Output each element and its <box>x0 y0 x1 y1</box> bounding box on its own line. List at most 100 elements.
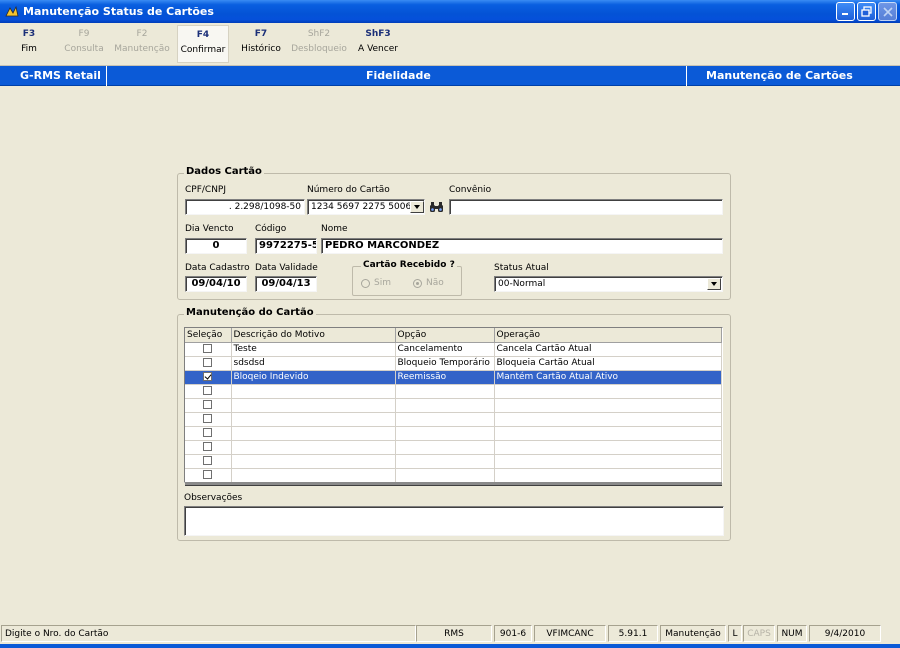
table-body: Teste Cancelamento Cancela Cartão Atual sds… <box>185 342 722 482</box>
header-right: Manutenção de Cartões <box>706 69 853 82</box>
dia-vencto-label: Dia Vencto <box>185 224 234 234</box>
minimize-button[interactable] <box>836 2 855 21</box>
row-checkbox[interactable] <box>203 400 213 409</box>
descricao-cell <box>231 384 396 399</box>
descricao-cell <box>231 468 396 482</box>
table-row[interactable] <box>185 412 722 427</box>
binoculars-icon <box>430 202 443 212</box>
opcao-cell <box>395 426 495 441</box>
codigo-label: Código <box>255 224 287 234</box>
col-descricao[interactable]: Descrição do Motivo <box>231 328 396 343</box>
selecao-cell <box>185 454 232 469</box>
cpf-label: CPF/CNPJ <box>185 185 227 195</box>
key-f9: F9 <box>78 29 90 39</box>
operacao-cell <box>494 468 722 482</box>
fim-button[interactable]: F3 Fim <box>14 29 44 54</box>
desbloqueio-button[interactable]: ShF2 Desbloqueio <box>290 29 348 54</box>
row-checkbox[interactable] <box>203 428 213 437</box>
header-divider <box>106 66 107 86</box>
dados-cartao-group: Dados Cartão CPF/CNPJ . 2.298/1098-50 Nú… <box>177 166 731 300</box>
confirmar-button[interactable]: F4 Confirmar <box>177 25 229 63</box>
radio-icon <box>413 278 422 288</box>
bottom-accent-line <box>0 644 900 648</box>
status-atual-label: Status Atual <box>494 263 549 273</box>
dia-vencto-field[interactable]: 0 <box>185 238 247 254</box>
opcao-cell: Reemissão <box>395 370 495 385</box>
status-atual-combo[interactable]: 00-Normal <box>494 276 723 292</box>
status-l: L <box>728 625 742 642</box>
table-row[interactable]: Teste Cancelamento Cancela Cartão Atual <box>185 342 722 357</box>
data-validade-field[interactable]: 09/04/13 <box>255 276 317 292</box>
table-row[interactable] <box>185 468 722 482</box>
selecao-cell <box>185 370 232 385</box>
opcao-cell <box>395 440 495 455</box>
operacao-cell <box>494 454 722 469</box>
numero-cartao-value: 1234 5697 2275 5006 <box>311 202 412 212</box>
numero-cartao-label: Número do Cartão <box>307 185 390 195</box>
data-cadastro-field[interactable]: 09/04/10 <box>185 276 247 292</box>
data-validade-label: Data Validade <box>255 263 318 273</box>
table-header: Seleção Descrição do Motivo Opção Operaç… <box>185 328 722 343</box>
col-opcao[interactable]: Opção <box>395 328 495 343</box>
selecao-cell <box>185 468 232 482</box>
manutencao-cartao-group: Manutenção do Cartão Seleção Descrição d… <box>177 307 731 541</box>
row-checkbox[interactable] <box>203 414 213 423</box>
recebido-nao-radio[interactable]: Não <box>413 278 444 288</box>
numero-cartao-combo[interactable]: 1234 5697 2275 5006 <box>307 199 425 215</box>
consulta-button[interactable]: F9 Consulta <box>64 29 104 54</box>
table-row[interactable] <box>185 398 722 413</box>
window-title: Manutenção Status de Cartões <box>23 5 214 18</box>
historico-button[interactable]: F7 Histórico <box>238 29 284 54</box>
selecao-cell <box>185 398 232 413</box>
nome-field[interactable]: PEDRO MARCONDEZ <box>321 238 723 254</box>
header-divider <box>686 66 687 86</box>
close-icon <box>882 6 893 17</box>
row-checkbox[interactable] <box>203 344 213 353</box>
table-row[interactable] <box>185 384 722 399</box>
motivos-grid: Seleção Descrição do Motivo Opção Operaç… <box>184 327 723 483</box>
col-selecao[interactable]: Seleção <box>185 328 232 343</box>
key-shf2: ShF2 <box>307 29 331 39</box>
row-checkbox[interactable] <box>203 386 213 395</box>
table-row[interactable] <box>185 454 722 469</box>
table-row[interactable]: sdsdsd Bloqueio Temporário Bloqueia Cartão… <box>185 356 722 371</box>
descricao-cell <box>231 412 396 427</box>
opcao-cell <box>395 398 495 413</box>
row-checkbox[interactable] <box>203 470 213 479</box>
convenio-field[interactable] <box>449 199 723 215</box>
table-row[interactable] <box>185 426 722 441</box>
recebido-sim-radio[interactable]: Sim <box>361 278 391 288</box>
search-card-button[interactable] <box>428 199 445 215</box>
key-f7: F7 <box>254 29 268 39</box>
opcao-cell <box>395 454 495 469</box>
operacao-cell <box>494 398 722 413</box>
numero-cartao-dropdown[interactable] <box>410 201 424 213</box>
a-vencer-button[interactable]: ShF3 A Vencer <box>352 29 404 54</box>
observacoes-textarea[interactable] <box>184 506 724 536</box>
dados-cartao-title: Dados Cartão <box>184 166 264 177</box>
a-vencer-label: A Vencer <box>358 44 398 54</box>
nome-label: Nome <box>321 224 348 234</box>
close-button[interactable] <box>878 2 897 21</box>
key-f3: F3 <box>22 29 36 39</box>
row-checkbox[interactable] <box>203 372 213 381</box>
fim-label: Fim <box>21 44 37 54</box>
status-atual-dropdown[interactable] <box>707 278 721 290</box>
restore-button[interactable] <box>857 2 876 21</box>
descricao-cell: Teste <box>231 342 396 357</box>
row-checkbox[interactable] <box>203 456 213 465</box>
row-checkbox[interactable] <box>203 442 213 451</box>
opcao-cell: Cancelamento <box>395 342 495 357</box>
table-row[interactable]: Bloqeio Indevido Reemissão Mantém Cartão A… <box>185 370 722 385</box>
table-row[interactable] <box>185 440 722 455</box>
nao-label: Não <box>426 278 444 288</box>
header-center: Fidelidade <box>366 69 431 82</box>
cpf-field[interactable]: . 2.298/1098-50 <box>185 199 305 215</box>
confirmar-label: Confirmar <box>180 45 226 55</box>
manutencao-button[interactable]: F2 Manutenção <box>112 29 172 54</box>
col-operacao[interactable]: Operação <box>494 328 722 343</box>
operacao-cell <box>494 440 722 455</box>
descricao-cell: Bloqeio Indevido <box>231 370 396 385</box>
row-checkbox[interactable] <box>203 358 213 367</box>
codigo-field[interactable]: 9972275-5 <box>255 238 317 254</box>
